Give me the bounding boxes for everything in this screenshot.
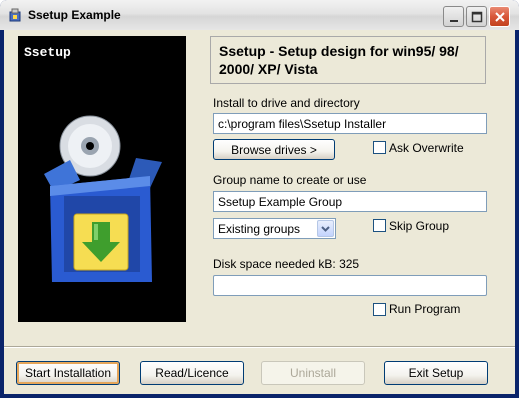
install-dir-input[interactable]: c:\program files\Ssetup Installer <box>213 113 487 134</box>
footer-divider <box>4 346 515 348</box>
skip-group-checkbox[interactable] <box>373 219 386 232</box>
window-title: Ssetup Example <box>28 8 121 22</box>
minimize-icon <box>450 20 458 22</box>
exit-setup-button[interactable]: Exit Setup <box>384 361 488 385</box>
existing-groups-value: Existing groups <box>218 222 301 236</box>
run-program-label: Run Program <box>389 302 461 316</box>
maximize-button[interactable] <box>466 6 487 27</box>
skip-group-label: Skip Group <box>389 219 450 233</box>
side-banner: Ssetup <box>18 36 186 322</box>
close-button[interactable] <box>489 6 510 27</box>
install-progress-bar <box>213 275 487 296</box>
header-title: Ssetup - Setup design for win95/ 98/ 200… <box>219 43 459 77</box>
setup-window: Ssetup Example Ssetup Ssetup - Setup des… <box>0 0 519 398</box>
uninstall-button[interactable]: Uninstall <box>261 361 365 385</box>
minimize-button[interactable] <box>443 6 464 27</box>
start-installation-button[interactable]: Start Installation <box>16 361 120 385</box>
ask-overwrite-label: Ask Overwrite <box>389 141 464 155</box>
run-program-checkbox[interactable] <box>373 303 386 316</box>
chevron-down-icon <box>321 226 330 232</box>
maximize-icon <box>471 11 483 23</box>
software-box-with-cd-icon <box>44 115 162 282</box>
group-name-input[interactable]: Ssetup Example Group <box>213 191 487 212</box>
group-name-label: Group name to create or use <box>213 173 367 187</box>
browse-drives-button[interactable]: Browse drives > <box>213 139 335 160</box>
install-dir-label: Install to drive and directory <box>213 96 360 110</box>
read-licence-button[interactable]: Read/Licence <box>140 361 244 385</box>
dropdown-button[interactable] <box>317 220 334 237</box>
ask-overwrite-checkbox[interactable] <box>373 141 386 154</box>
existing-groups-select[interactable]: Existing groups <box>213 218 336 239</box>
disk-space-label: Disk space needed kB: 325 <box>213 257 360 271</box>
dialog-client-area: Ssetup Ssetup - Setup design for win95/ … <box>4 30 515 394</box>
side-banner-title: Ssetup <box>24 45 71 60</box>
title-bar[interactable]: Ssetup Example <box>0 0 519 30</box>
header-panel: Ssetup - Setup design for win95/ 98/ 200… <box>210 36 486 84</box>
installer-app-icon <box>9 8 21 22</box>
close-icon <box>495 12 505 22</box>
